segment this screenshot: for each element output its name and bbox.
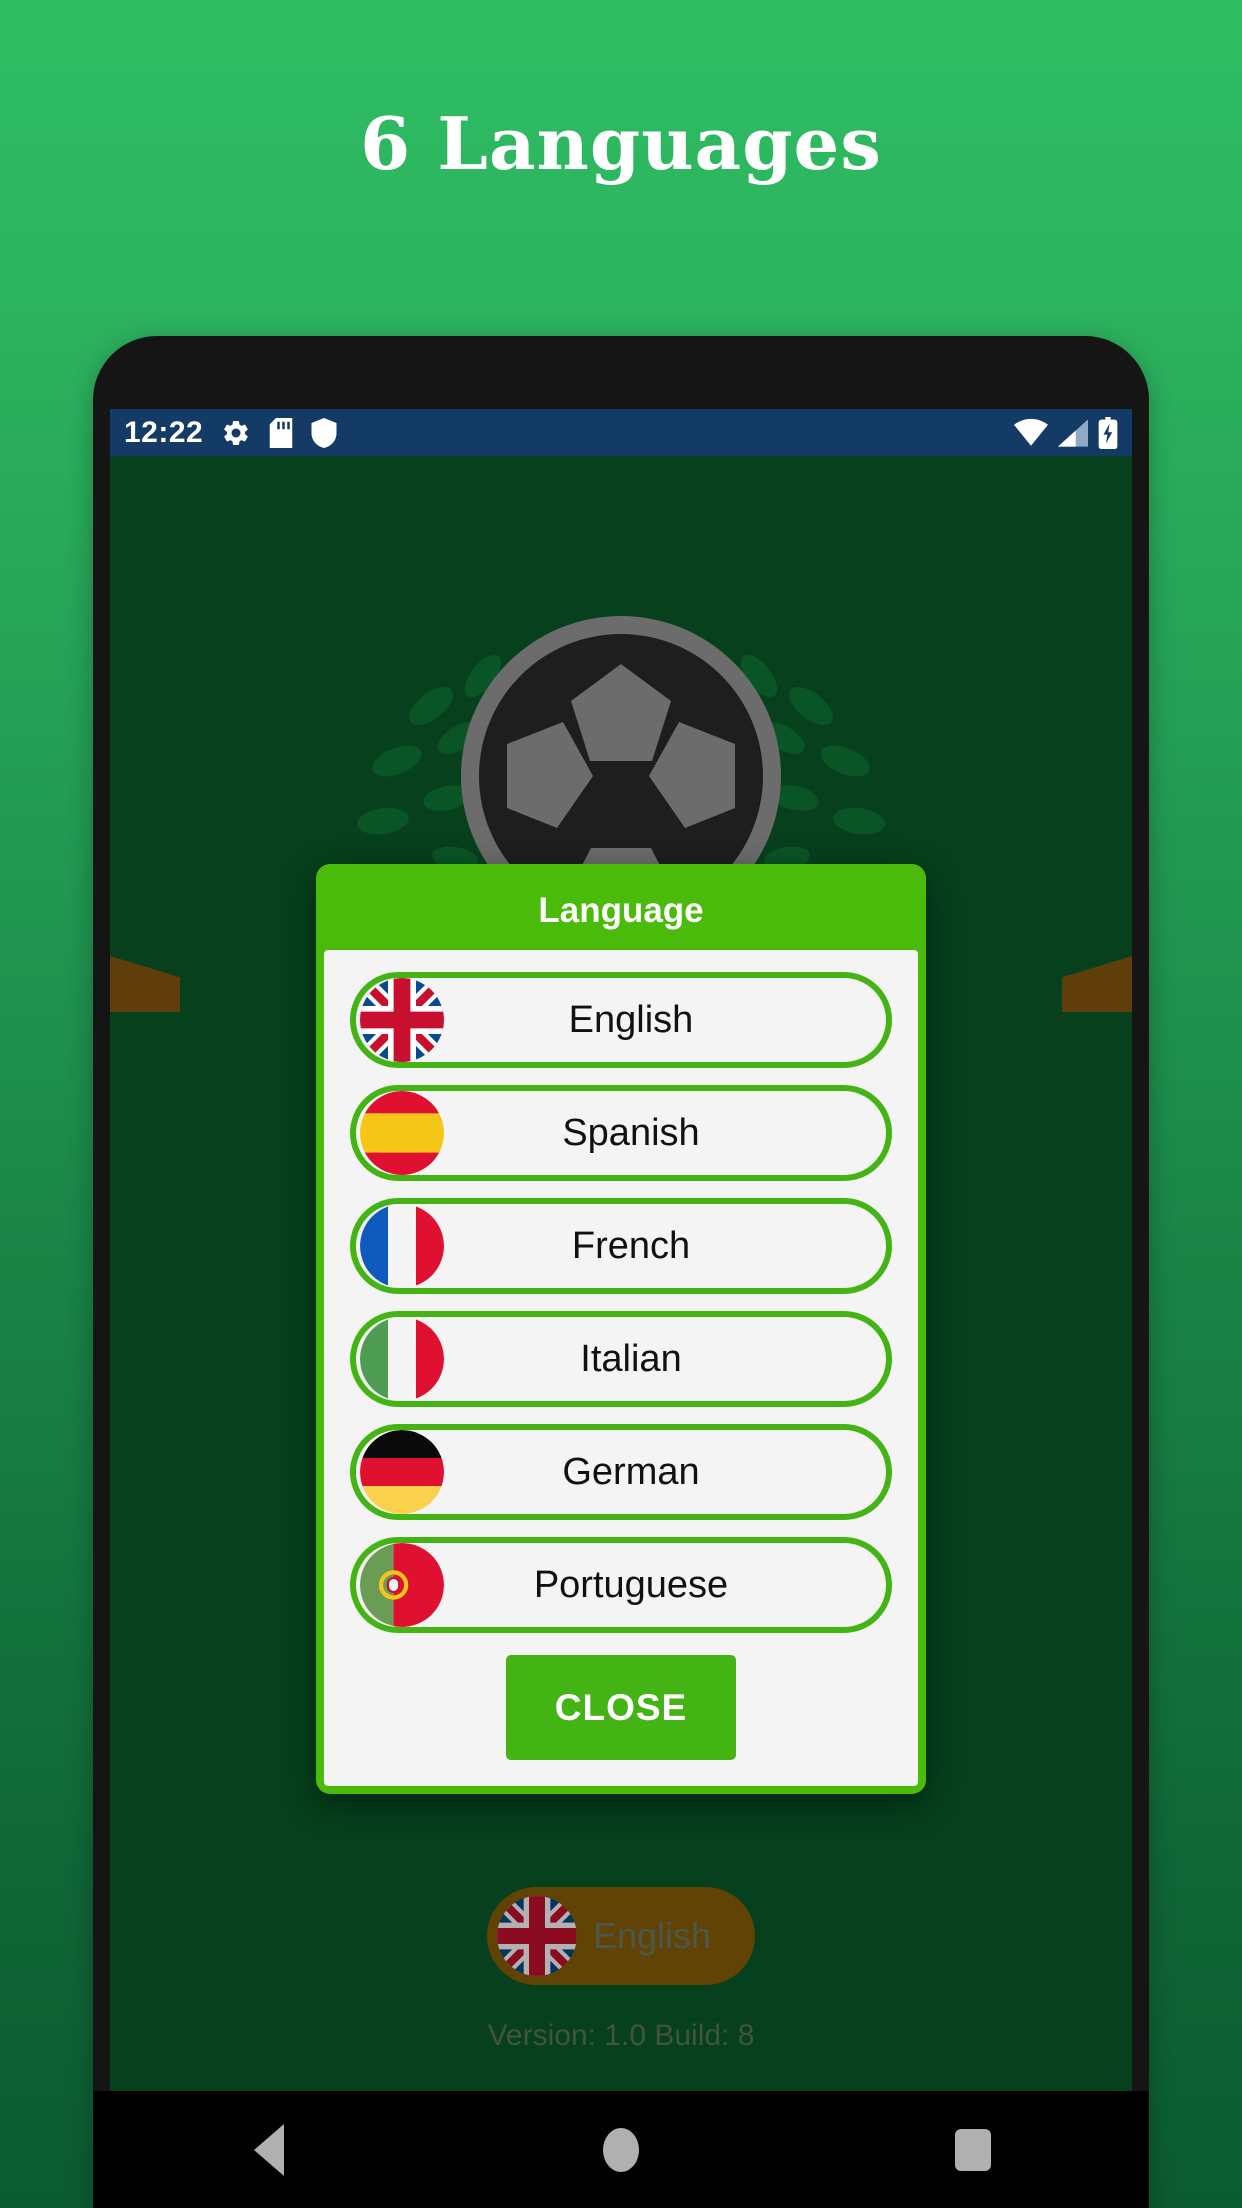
wifi-icon [1014, 418, 1048, 446]
shield-icon [311, 417, 337, 448]
status-bar: 12:22 [110, 409, 1132, 456]
sd-card-icon [269, 417, 293, 448]
nav-back-button[interactable] [209, 2091, 329, 2208]
flag-france-icon [360, 1204, 444, 1288]
language-option-german[interactable]: German [350, 1424, 892, 1520]
status-bar-right [1014, 416, 1118, 449]
back-icon [254, 2123, 284, 2176]
close-button[interactable]: CLOSE [506, 1655, 736, 1760]
flag-portugal-icon [360, 1543, 444, 1627]
android-nav-bar [93, 2091, 1149, 2208]
flag-italy-icon [360, 1317, 444, 1401]
language-dialog: Language English Spanish French Italian … [316, 864, 926, 1794]
home-icon [603, 2127, 639, 2172]
language-option-english[interactable]: English [350, 972, 892, 1068]
status-time: 12:22 [124, 415, 204, 449]
phone-screen: English Version: 1.0 Build: 8 Language E… [110, 409, 1132, 2091]
language-option-italian[interactable]: Italian [350, 1311, 892, 1407]
language-option-spanish[interactable]: Spanish [350, 1085, 892, 1181]
nav-recents-button[interactable] [913, 2091, 1033, 2208]
nav-home-button[interactable] [561, 2091, 681, 2208]
phone-mockup: English Version: 1.0 Build: 8 Language E… [93, 336, 1149, 2208]
language-option-portuguese[interactable]: Portuguese [350, 1537, 892, 1633]
status-bar-left: 12:22 [124, 415, 337, 449]
battery-charging-icon [1098, 416, 1118, 449]
flag-germany-icon [360, 1430, 444, 1514]
page-title: 6 Languages [360, 101, 882, 186]
flag-spain-icon [360, 1091, 444, 1175]
gear-icon [224, 420, 248, 445]
dialog-body: English Spanish French Italian German Po… [324, 950, 918, 1786]
flag-uk-icon [360, 978, 444, 1062]
dialog-title: Language [538, 891, 704, 930]
language-option-french[interactable]: French [350, 1198, 892, 1294]
cellular-signal-icon [1058, 418, 1088, 447]
recents-icon [955, 2128, 991, 2171]
